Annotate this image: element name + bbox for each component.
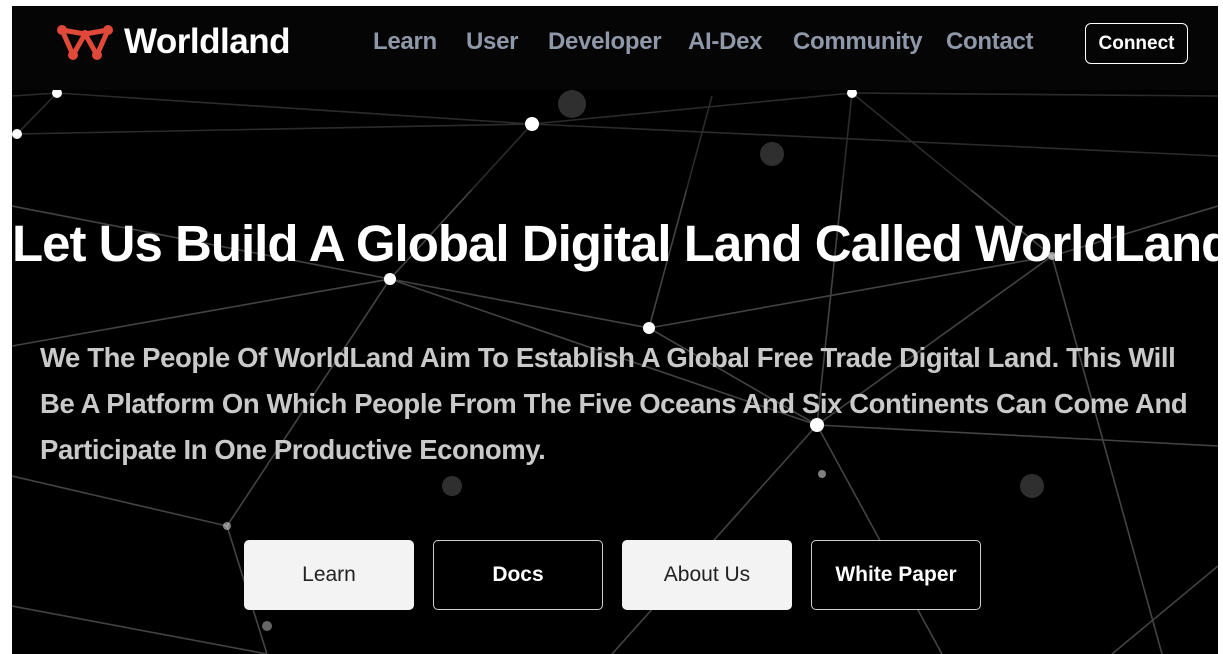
network-background (12, 88, 1218, 654)
about-us-button[interactable]: About Us (622, 540, 792, 610)
hero-title: Let Us Build A Global Digital Land Calle… (12, 215, 1218, 272)
white-paper-button[interactable]: White Paper (811, 540, 981, 610)
nav-link-developer[interactable]: Developer (548, 28, 662, 56)
nav-link-community[interactable]: Community (793, 28, 923, 56)
page-frame: Worldland Learn User Developer AI-Dex Co… (12, 6, 1218, 654)
docs-button[interactable]: Docs (433, 540, 603, 610)
hero-description: We The People Of WorldLand Aim To Establ… (40, 342, 1188, 465)
learn-button[interactable]: Learn (244, 540, 414, 610)
nav-link-learn[interactable]: Learn (373, 28, 437, 56)
nav-link-ai-dex[interactable]: AI-Dex (688, 28, 763, 56)
nav-link-contact[interactable]: Contact (946, 28, 1034, 56)
nav-link-user[interactable]: User (466, 28, 518, 56)
connect-button[interactable]: Connect (1085, 23, 1188, 64)
worldland-w-logo-icon (57, 25, 113, 60)
top-navbar: Worldland Learn User Developer AI-Dex Co… (12, 6, 1218, 90)
brand-name: Worldland (124, 22, 290, 61)
brand-logo[interactable]: Worldland (56, 20, 290, 64)
